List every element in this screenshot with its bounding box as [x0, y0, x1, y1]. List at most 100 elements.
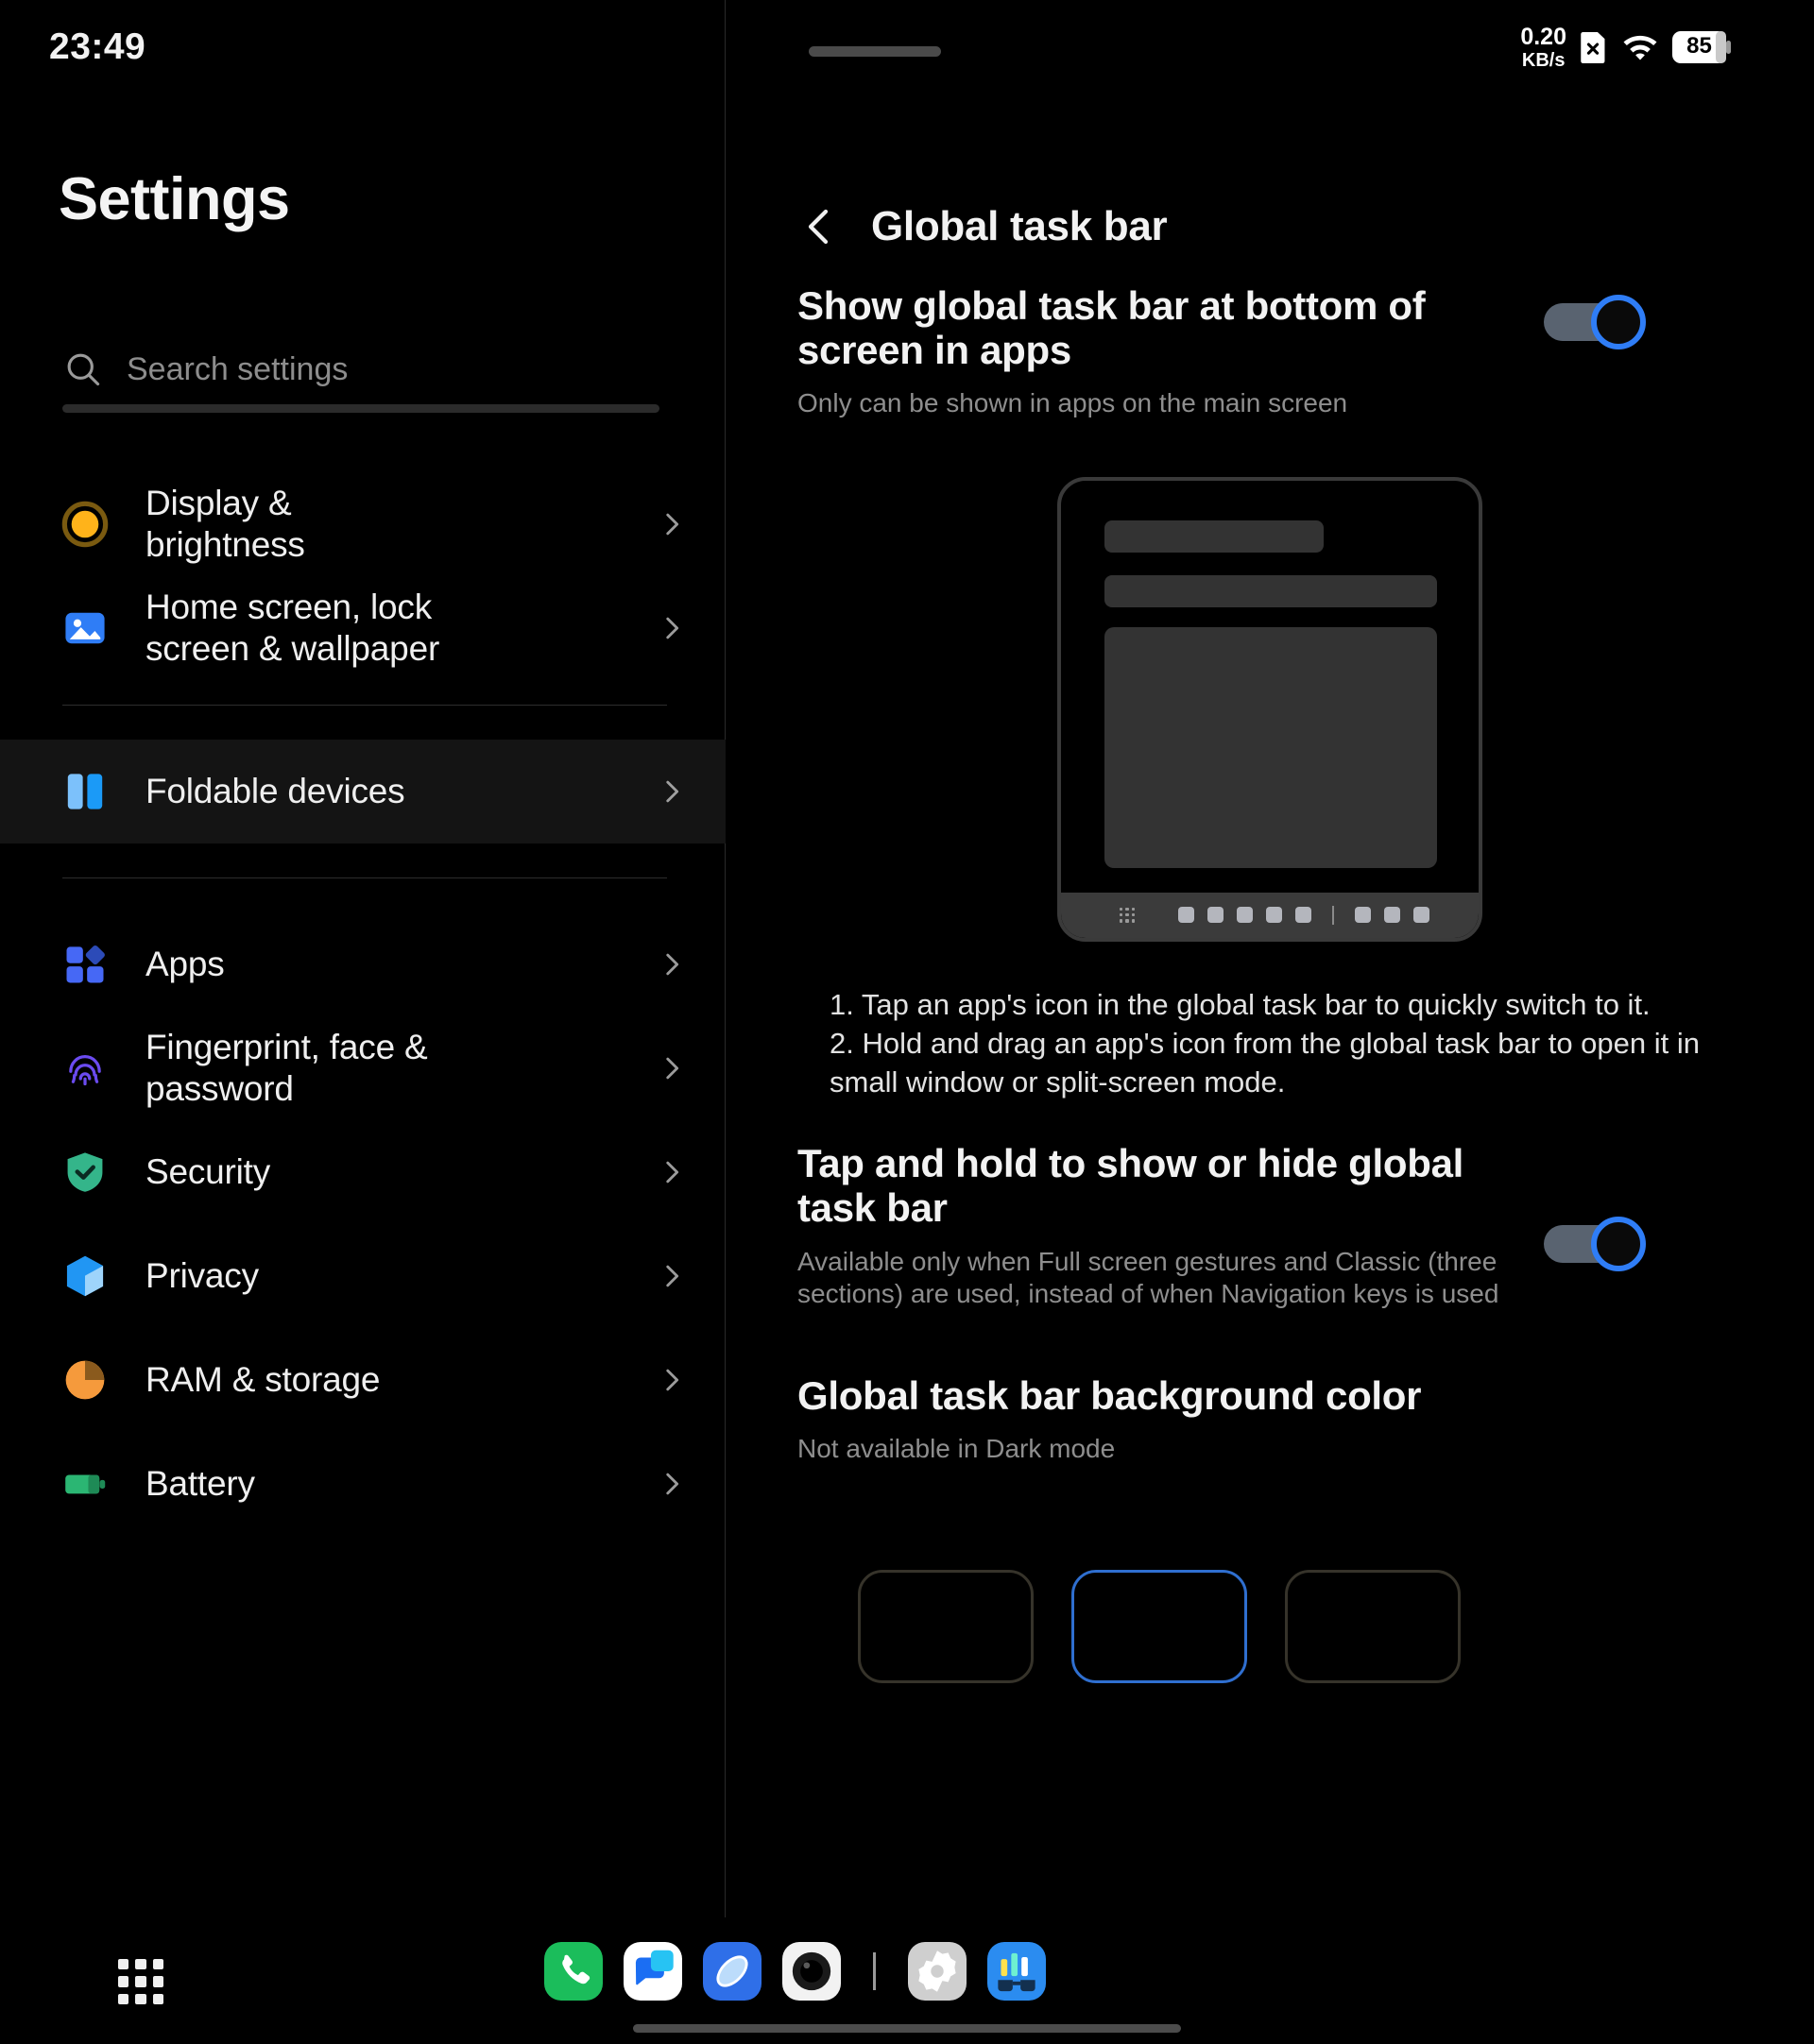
- device-taskbar-app: [1384, 907, 1400, 924]
- network-speed-indicator: 0.20 KB/s: [1520, 23, 1566, 71]
- pie-chart-icon: [59, 1354, 111, 1406]
- battery-percentage: 85: [1686, 33, 1712, 59]
- search-icon: [62, 349, 104, 390]
- color-section-title: Global task bar background color: [797, 1372, 1422, 1418]
- chevron-right-icon: [656, 948, 688, 980]
- dock-separator: [873, 1952, 876, 1990]
- network-speed-unit: KB/s: [1521, 49, 1566, 71]
- sidebar-item-home-lock-wallpaper[interactable]: Home screen, lock screen & wallpaper: [0, 576, 726, 680]
- sidebar-item-battery[interactable]: Battery: [0, 1432, 726, 1536]
- sidebar-item-privacy[interactable]: Privacy: [0, 1224, 726, 1328]
- battery-icon: [59, 1457, 111, 1510]
- search-settings-container[interactable]: [62, 340, 659, 419]
- sidebar-item-foldable-devices[interactable]: Foldable devices: [0, 740, 726, 843]
- chevron-left-icon[interactable]: [797, 204, 843, 249]
- device-placeholder-bar-2: [1104, 574, 1437, 607]
- color-swatch-2[interactable]: [1071, 1569, 1247, 1683]
- apps-icon: [59, 938, 111, 991]
- sidebar-divider-2: [62, 877, 667, 878]
- browser-app-icon[interactable]: [703, 1942, 762, 2001]
- sidebar-item-label: Foldable devices: [145, 772, 405, 811]
- chevron-right-icon: [656, 508, 688, 540]
- chevron-right-icon: [656, 1468, 688, 1500]
- camera-app-icon[interactable]: [782, 1942, 841, 2001]
- sidebar-item-label: Fingerprint, face & password: [145, 1028, 428, 1108]
- tap-and-hold-toggle[interactable]: [1544, 1217, 1646, 1272]
- device-taskbar-app: [1237, 907, 1253, 924]
- sidebar-item-label: Privacy: [145, 1256, 259, 1296]
- foldable-devices-icon: [59, 765, 111, 818]
- foldable-device-taskbar-illustration: [726, 476, 1814, 942]
- sidebar-item-security[interactable]: Security: [0, 1120, 726, 1224]
- chevron-right-icon: [656, 1156, 688, 1188]
- settings-app-icon[interactable]: [908, 1942, 967, 2001]
- setting-background-color: Global task bar background color Not ava…: [726, 1373, 1814, 1466]
- sidebar-item-fingerprint-face-password[interactable]: Fingerprint, face & password: [0, 1016, 726, 1120]
- color-section-subtitle: Not available in Dark mode: [797, 1433, 1116, 1463]
- device-taskbar-app: [1266, 907, 1282, 924]
- chevron-right-icon: [656, 775, 688, 808]
- detail-header: Global task bar: [726, 184, 1814, 269]
- sim-card-off-icon: [1580, 30, 1608, 64]
- network-speed-value: 0.20: [1520, 23, 1566, 50]
- page-title: Settings: [59, 166, 290, 232]
- color-swatch-row: [726, 1569, 1814, 1683]
- fingerprint-icon: [59, 1042, 111, 1095]
- chevron-right-icon: [656, 1260, 688, 1292]
- device-placeholder-bar-1: [1104, 520, 1324, 553]
- device-content-panel: [1104, 626, 1437, 868]
- status-bar-left: 23:49: [0, 0, 726, 94]
- sidebar-item-label: RAM & storage: [145, 1360, 381, 1400]
- device-taskbar-separator: [1332, 905, 1334, 925]
- status-bar-icons: 0.20 KB/s 85: [1520, 21, 1731, 74]
- setting-show-global-task-bar: Show global task bar at bottom of screen…: [726, 283, 1814, 420]
- usage-steps-text: 1. Tap an app's icon in the global task …: [830, 987, 1700, 1099]
- wallpaper-icon: [59, 602, 111, 655]
- dock-app-list: [544, 1942, 1046, 2001]
- detail-pane: 0.20 KB/s 85 Global task bar Show global…: [726, 0, 1814, 2044]
- wifi-icon: [1621, 32, 1659, 62]
- device-outline: [1057, 476, 1482, 942]
- color-swatch-3[interactable]: [1285, 1569, 1461, 1683]
- sidebar-nav-list: Display & brightness Home screen, lock s…: [0, 472, 726, 1536]
- chevron-right-icon: [656, 1364, 688, 1396]
- device-taskbar-apps: [1178, 905, 1429, 925]
- app-drawer-grid-icon: [1120, 907, 1135, 923]
- setting-title: Show global task bar at bottom of screen…: [797, 283, 1426, 373]
- device-taskbar-app: [1178, 907, 1194, 924]
- device-taskbar: [1061, 892, 1479, 938]
- status-clock: 23:49: [49, 26, 146, 67]
- sidebar-item-apps[interactable]: Apps: [0, 912, 726, 1016]
- show-global-task-bar-toggle[interactable]: [1544, 295, 1646, 349]
- sidebar-item-label: Battery: [145, 1464, 255, 1504]
- camera-notch-pill: [809, 46, 941, 57]
- chevron-right-icon: [656, 612, 688, 644]
- sidebar-item-display-brightness[interactable]: Display & brightness: [0, 472, 726, 576]
- sidebar-item-label: Apps: [145, 945, 225, 984]
- app-drawer-grid-icon[interactable]: [118, 1959, 163, 2004]
- setting-title: Tap and hold to show or hide global task…: [797, 1141, 1464, 1231]
- color-swatch-1[interactable]: [858, 1569, 1034, 1683]
- stats-glasses-app-icon[interactable]: [987, 1942, 1046, 2001]
- detail-content: Show global task bar at bottom of screen…: [726, 283, 1814, 1683]
- global-task-bar-dock: [0, 1917, 1814, 2044]
- home-indicator[interactable]: [633, 2024, 1181, 2033]
- sidebar-divider-1: [62, 705, 667, 706]
- setting-subtitle: Only can be shown in apps on the main sc…: [797, 388, 1348, 418]
- sidebar-item-label: Home screen, lock screen & wallpaper: [145, 588, 440, 668]
- privacy-cube-icon: [59, 1250, 111, 1303]
- device-taskbar-app: [1413, 907, 1429, 924]
- status-bar-right: 0.20 KB/s 85: [726, 0, 1814, 94]
- search-input[interactable]: [127, 350, 637, 388]
- device-taskbar-app: [1295, 907, 1311, 924]
- chevron-right-icon: [656, 1052, 688, 1084]
- settings-sidebar: 23:49 Settings Search settings Display &…: [0, 0, 726, 2044]
- detail-title: Global task bar: [871, 203, 1168, 249]
- toggle-thumb: [1591, 295, 1646, 349]
- phone-app-icon[interactable]: [544, 1942, 603, 2001]
- battery-status-indicator: 85: [1672, 30, 1731, 64]
- sidebar-item-ram-storage[interactable]: RAM & storage: [0, 1328, 726, 1432]
- device-taskbar-app: [1355, 907, 1371, 924]
- device-taskbar-app: [1207, 907, 1224, 924]
- messages-app-icon[interactable]: [624, 1942, 682, 2001]
